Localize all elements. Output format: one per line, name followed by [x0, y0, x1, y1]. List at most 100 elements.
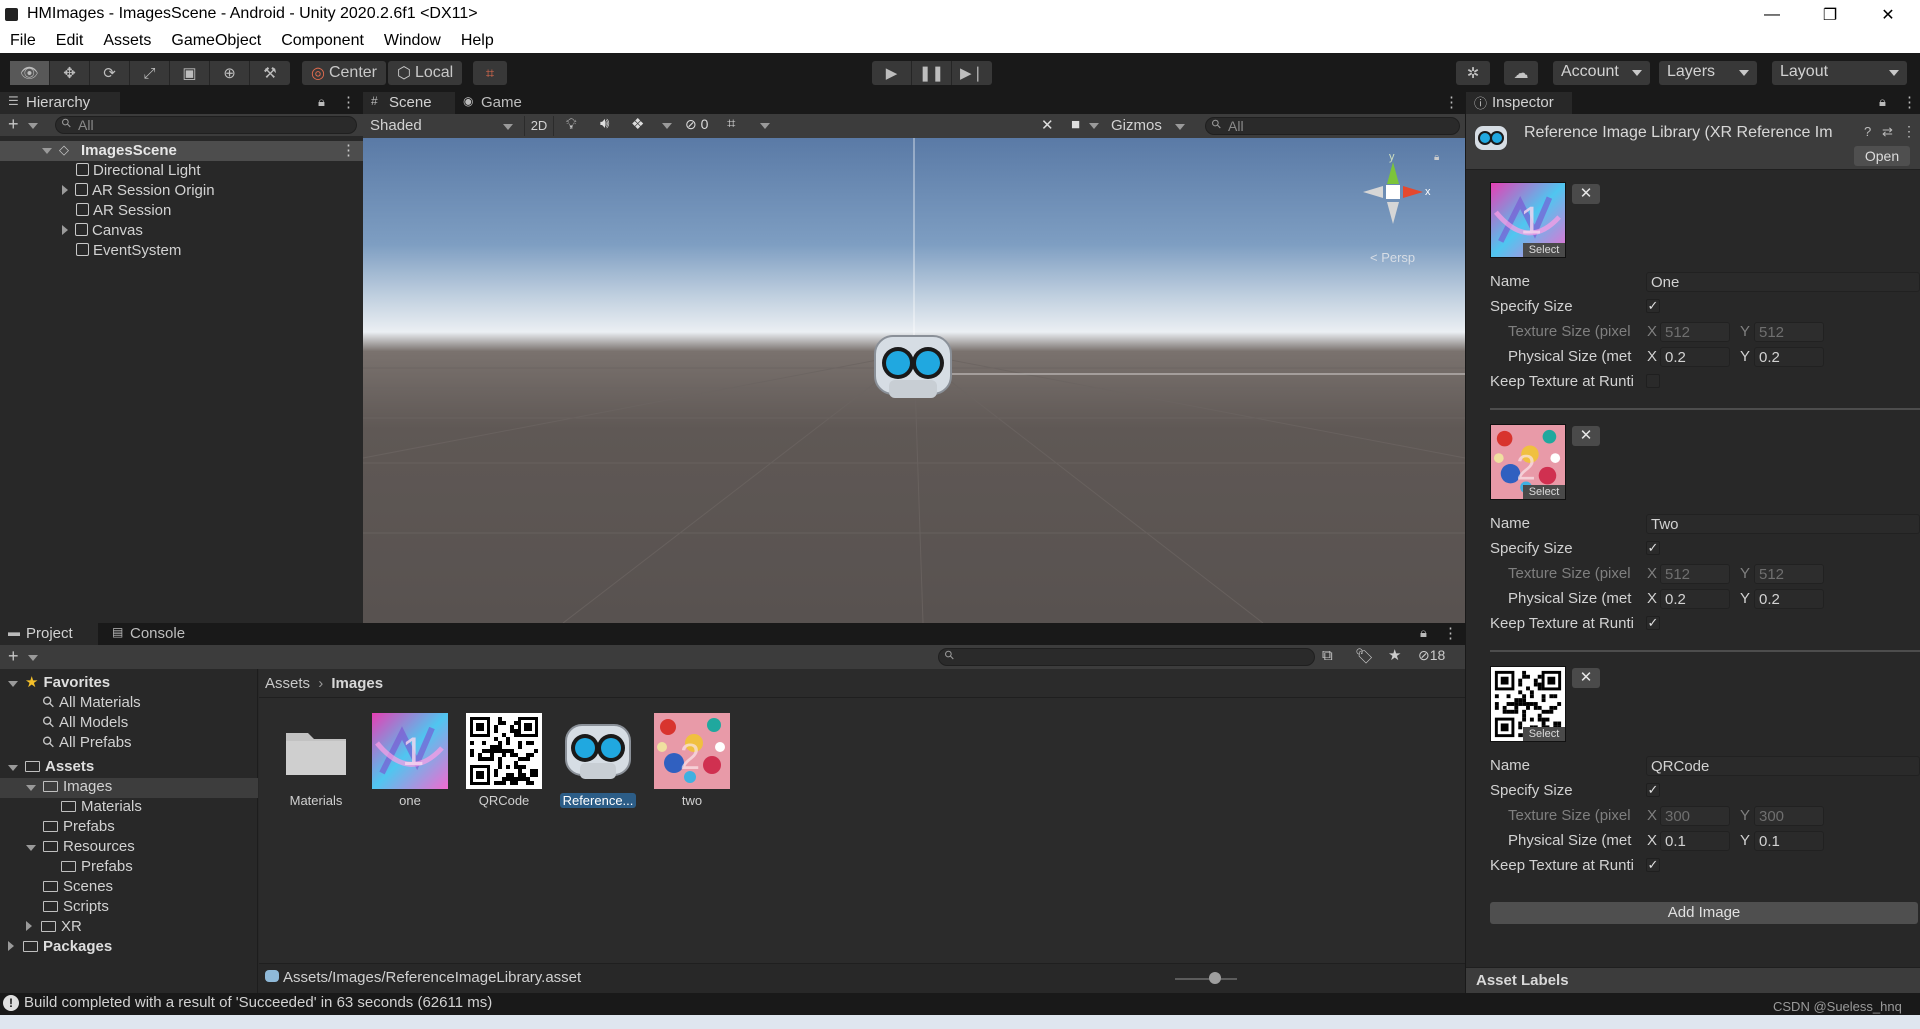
project-search-input[interactable]: [938, 648, 1315, 666]
collab-icon[interactable]: ✲: [1456, 61, 1490, 85]
menu-help[interactable]: Help: [451, 29, 504, 50]
select-texture-button[interactable]: Select: [1523, 727, 1565, 741]
custom-tool-icon[interactable]: ⚒: [250, 61, 290, 85]
shading-mode-dropdown[interactable]: Shaded: [367, 116, 517, 136]
hierarchy-item[interactable]: EventSystem: [76, 242, 181, 262]
kebab-menu-icon[interactable]: ⋮: [1443, 624, 1458, 642]
physical-width-field[interactable]: 0.2: [1660, 347, 1730, 367]
move-tool-icon[interactable]: ✥: [50, 61, 90, 85]
remove-image-button[interactable]: ✕: [1572, 184, 1600, 204]
scene-viewport[interactable]: y x 🔒︎ < Persp: [363, 138, 1465, 623]
label-tag-icon[interactable]: 🏷︎: [1355, 647, 1374, 665]
lock-icon[interactable]: 🔒︎: [318, 94, 325, 110]
image-texture-slot[interactable]: Select: [1490, 666, 1566, 742]
asset-tile[interactable]: Reference...: [555, 713, 641, 809]
open-button[interactable]: Open: [1854, 146, 1910, 166]
tools-icon[interactable]: ✕: [1041, 116, 1054, 134]
project-tree-item[interactable]: ★ Favorites: [0, 673, 258, 693]
presets-icon[interactable]: ⇄: [1882, 124, 1893, 140]
keep-texture-checkbox[interactable]: [1646, 374, 1660, 388]
image-name-field[interactable]: QRCode: [1646, 756, 1920, 776]
lighting-toggle-icon[interactable]: 💡︎: [566, 116, 577, 133]
breadcrumb-assets[interactable]: Assets: [265, 675, 310, 692]
hidden-objects-icon[interactable]: ⊘ 0: [685, 116, 708, 133]
kebab-menu-icon[interactable]: ⋮: [341, 93, 356, 111]
rotate-tool-icon[interactable]: ⟳: [90, 61, 130, 85]
project-tree-item[interactable]: Resources: [0, 838, 258, 858]
expand-arrow-icon[interactable]: [62, 225, 68, 235]
audio-toggle-icon[interactable]: 🔊︎: [600, 115, 609, 132]
hierarchy-item[interactable]: Directional Light: [76, 162, 201, 182]
remove-image-button[interactable]: ✕: [1572, 426, 1600, 446]
asset-tile[interactable]: Materials: [273, 713, 359, 809]
menu-assets[interactable]: Assets: [93, 29, 161, 50]
project-tree-item[interactable]: XR: [0, 918, 258, 938]
zoom-slider-handle[interactable]: [1209, 972, 1221, 984]
tab-scene[interactable]: # Scene: [363, 92, 455, 114]
status-message[interactable]: Build completed with a result of 'Succee…: [24, 994, 492, 1011]
keep-texture-checkbox[interactable]: ✓: [1646, 858, 1660, 872]
project-tree-item[interactable]: Scenes: [0, 878, 258, 898]
tab-hierarchy[interactable]: ☰ Hierarchy: [0, 92, 120, 114]
cloud-icon[interactable]: ☁: [1504, 61, 1538, 85]
hierarchy-item[interactable]: AR Session: [76, 202, 171, 222]
camera-icon[interactable]: ■: [1071, 116, 1080, 133]
menu-component[interactable]: Component: [271, 29, 374, 50]
add-image-button[interactable]: Add Image: [1490, 902, 1918, 924]
expand-arrow-icon[interactable]: [8, 765, 18, 771]
hidden-packages-icon[interactable]: ⊘18: [1418, 647, 1445, 664]
specify-size-checkbox[interactable]: ✓: [1646, 783, 1660, 797]
hierarchy-search-input[interactable]: All: [55, 116, 357, 134]
scene-search-input[interactable]: All: [1205, 117, 1460, 135]
transform-tool-icon[interactable]: ⊕: [210, 61, 250, 85]
asset-tile[interactable]: QRCode: [461, 713, 547, 809]
specify-size-checkbox[interactable]: ✓: [1646, 541, 1660, 555]
menu-gameobject[interactable]: GameObject: [161, 29, 271, 50]
project-tree-item[interactable]: Prefabs: [0, 858, 258, 878]
lock-icon[interactable]: 🔒︎: [1879, 94, 1886, 110]
grid-snap-icon[interactable]: ⌗: [473, 61, 507, 85]
minimize-button[interactable]: —: [1743, 0, 1801, 29]
asset-tile[interactable]: 2 two: [649, 713, 735, 809]
expand-arrow-icon[interactable]: [26, 921, 32, 931]
menu-edit[interactable]: Edit: [46, 29, 94, 50]
remove-image-button[interactable]: ✕: [1572, 668, 1600, 688]
favorite-star-icon[interactable]: ★: [1388, 646, 1401, 664]
image-texture-slot[interactable]: 2 Select: [1490, 424, 1566, 500]
image-name-field[interactable]: One: [1646, 272, 1920, 292]
project-tree-item[interactable]: Scripts: [0, 898, 258, 918]
scale-tool-icon[interactable]: ⤢: [130, 61, 170, 85]
2d-toggle[interactable]: 2D: [524, 116, 554, 136]
projection-label[interactable]: < Persp: [1370, 250, 1415, 265]
project-tree-item[interactable]: Assets: [0, 758, 258, 778]
kebab-menu-icon[interactable]: ⋮: [341, 141, 356, 159]
expand-arrow-icon[interactable]: [8, 681, 18, 687]
tab-inspector[interactable]: ⓘ Inspector: [1466, 92, 1572, 114]
image-name-field[interactable]: Two: [1646, 514, 1920, 534]
project-tree-item[interactable]: Prefabs: [0, 818, 258, 838]
breadcrumb-images[interactable]: Images: [331, 675, 383, 692]
project-tree-item[interactable]: ⚲All Materials: [0, 692, 258, 713]
expand-arrow-icon[interactable]: [42, 148, 52, 154]
lock-icon[interactable]: 🔒︎: [1420, 625, 1427, 641]
select-texture-button[interactable]: Select: [1523, 485, 1565, 499]
expand-arrow-icon[interactable]: [8, 941, 14, 951]
chevron-down-icon[interactable]: [1089, 123, 1099, 129]
chevron-down-icon[interactable]: [662, 123, 672, 129]
scene-gizmo[interactable]: y x: [1353, 148, 1433, 243]
help-icon[interactable]: ?: [1864, 124, 1871, 139]
close-button[interactable]: ✕: [1859, 0, 1917, 29]
view-tool-eye-icon[interactable]: 👁: [10, 61, 50, 85]
project-tree-item[interactable]: ⚲All Prefabs: [0, 732, 258, 753]
grid-toggle-icon[interactable]: ⌗: [727, 115, 735, 132]
step-icon[interactable]: ▶❘: [952, 61, 992, 85]
hierarchy-item[interactable]: Canvas: [62, 222, 143, 242]
lock-icon[interactable]: 🔒︎: [1434, 152, 1439, 163]
account-dropdown[interactable]: Account: [1553, 61, 1650, 85]
chevron-down-icon[interactable]: [28, 123, 38, 129]
expand-arrow-icon[interactable]: [26, 845, 36, 851]
reference-library-icon[interactable]: [869, 330, 957, 402]
image-texture-slot[interactable]: 1 Select: [1490, 182, 1566, 258]
tab-game[interactable]: ◉ Game: [455, 92, 535, 114]
layers-dropdown[interactable]: Layers: [1659, 61, 1757, 85]
